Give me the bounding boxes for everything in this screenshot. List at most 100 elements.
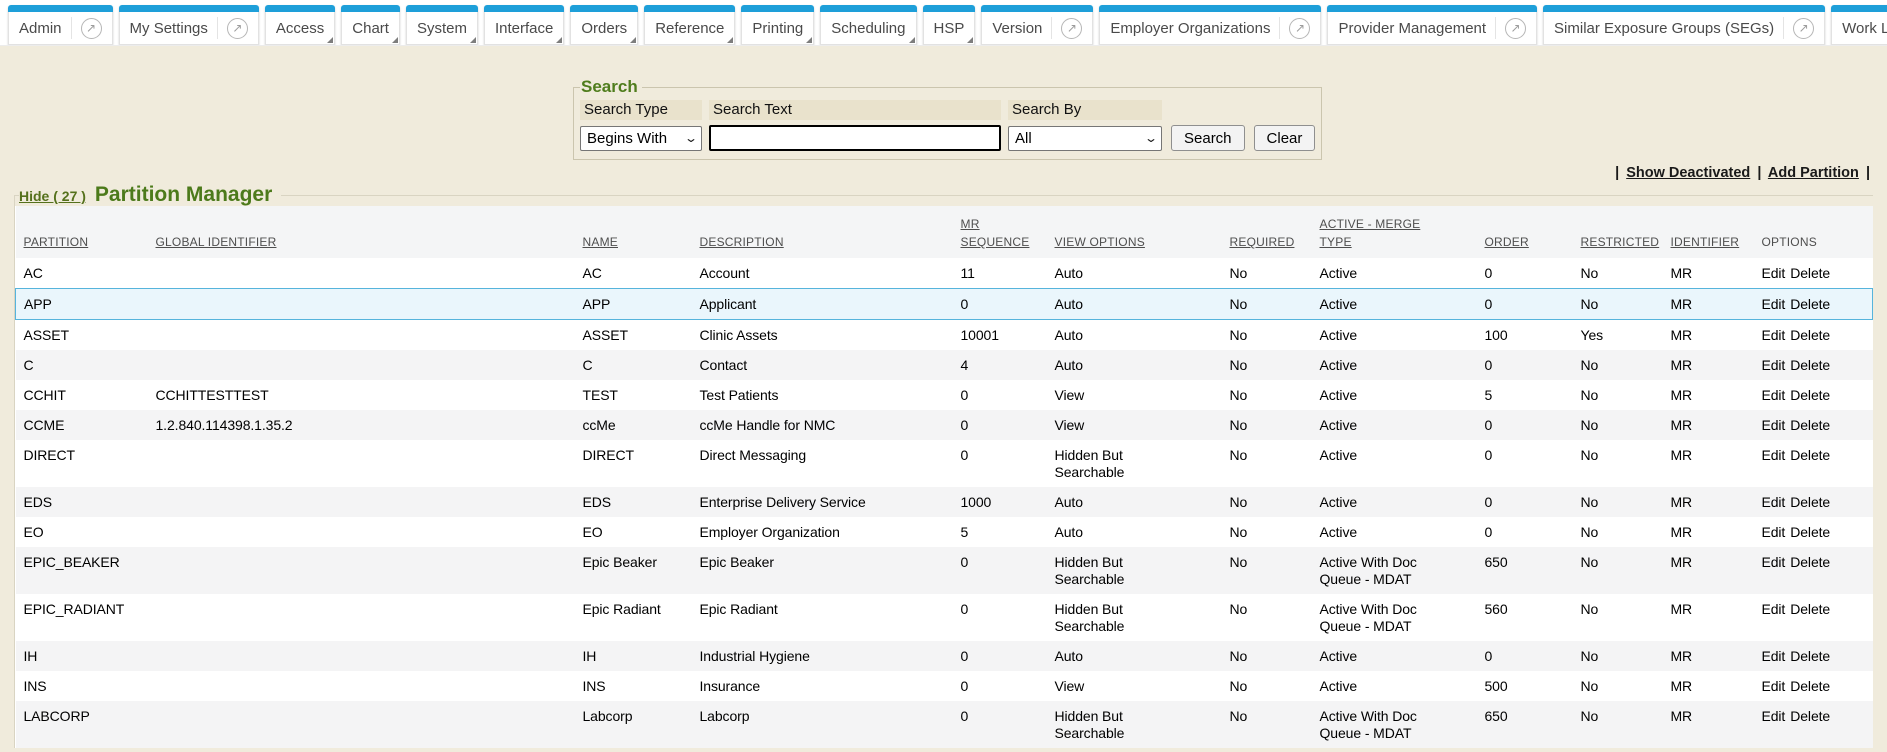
sort-link-order[interactable]: ORDER [1485,235,1529,249]
table-row-asset[interactable]: ASSETASSETClinic Assets10001AutoNoActive… [16,320,1873,351]
cell-order: 100 [1477,320,1573,351]
cell-name: Labcorp [575,701,692,748]
active-merge-type-text: Active [1320,296,1432,313]
delete-link[interactable]: Delete [1790,447,1830,463]
nav-tab-interface[interactable]: Interface [484,5,564,45]
edit-link[interactable]: Edit [1762,494,1786,510]
edit-link[interactable]: Edit [1762,554,1786,570]
table-row-labcorp[interactable]: LABCORPLabcorpLabcorp0Hidden But Searcha… [16,701,1873,748]
nav-tab-scheduling[interactable]: Scheduling [820,5,916,45]
nav-tab-version[interactable]: Version↗ [981,5,1093,45]
table-row-eds[interactable]: EDSEDSEnterprise Delivery Service1000Aut… [16,487,1873,517]
sort-link-restricted[interactable]: RESTRICTED [1581,235,1660,249]
delete-link[interactable]: Delete [1790,357,1830,373]
edit-link[interactable]: Edit [1762,447,1786,463]
edit-link[interactable]: Edit [1762,708,1786,724]
external-link-icon: ↗ [1289,18,1310,39]
search-type-select[interactable]: Begins With ⌄ [580,126,702,151]
table-row-ccme[interactable]: CCME1.2.840.114398.1.35.2ccMeccMe Handle… [16,410,1873,440]
cell-partition: CCHIT [16,380,148,410]
nav-tab-system[interactable]: System [406,5,478,45]
cell-description: Test Patients [692,380,953,410]
show-deactivated-link[interactable]: Show Deactivated [1626,165,1750,181]
table-row-epic-radiant[interactable]: EPIC_RADIANTEpic RadiantEpic Radiant0Hid… [16,594,1873,641]
edit-link[interactable]: Edit [1762,265,1786,281]
clear-button[interactable]: Clear [1254,125,1316,151]
cell-global-identifier [148,258,575,289]
cell-description: Epic Radiant [692,594,953,641]
table-row-direct[interactable]: DIRECTDIRECTDirect Messaging0Hidden But … [16,440,1873,487]
delete-link[interactable]: Delete [1790,494,1830,510]
cell-name: IH [575,641,692,671]
table-row-cchit[interactable]: CCHITCCHITTESTTESTTESTTest Patients0View… [16,380,1873,410]
nav-tab-similar-exposure-groups-segs[interactable]: Similar Exposure Groups (SEGs)↗ [1543,5,1825,45]
delete-link[interactable]: Delete [1790,601,1830,617]
nav-tab-hsp[interactable]: HSP [923,5,976,45]
cell-view-options: Auto [1047,350,1222,380]
table-row-eo[interactable]: EOEOEmployer Organization5AutoNoActive0N… [16,517,1873,547]
nav-tab-chart[interactable]: Chart [341,5,400,45]
delete-link[interactable]: Delete [1790,524,1830,540]
edit-link[interactable]: Edit [1762,296,1786,312]
table-row-ins[interactable]: INSINSInsurance0ViewNoActive500NoMREditD… [16,671,1873,701]
sort-link-name[interactable]: NAME [583,235,618,249]
search-text-input[interactable] [709,125,1001,151]
delete-link[interactable]: Delete [1790,387,1830,403]
nav-tab-provider-management[interactable]: Provider Management↗ [1327,5,1537,45]
sort-link-view-options[interactable]: VIEW OPTIONS [1055,235,1145,249]
delete-link[interactable]: Delete [1790,554,1830,570]
cell-mr-sequence: 0 [953,671,1047,701]
delete-link[interactable]: Delete [1790,327,1830,343]
column-header-active-merge-type: ACTIVE - MERGETYPE [1312,206,1477,258]
search-by-select[interactable]: All ⌄ [1008,126,1162,151]
dropdown-corner-icon [967,37,973,43]
nav-tab-orders[interactable]: Orders [570,5,638,45]
edit-link[interactable]: Edit [1762,387,1786,403]
tab-divider [1279,17,1280,39]
table-row-c[interactable]: CCContact4AutoNoActive0NoMREditDelete [16,350,1873,380]
cell-view-options: Hidden But Searchable [1047,547,1222,594]
hide-count-link[interactable]: Hide ( 27 ) [19,188,86,204]
delete-link[interactable]: Delete [1790,265,1830,281]
delete-link[interactable]: Delete [1790,417,1830,433]
edit-link[interactable]: Edit [1762,678,1786,694]
nav-tab-access[interactable]: Access [265,5,335,45]
table-row-ac[interactable]: ACACAccount11AutoNoActive0NoMREditDelete [16,258,1873,289]
nav-tab-work-locations[interactable]: Work Locations↗ [1831,5,1887,45]
nav-tab-admin[interactable]: Admin↗ [8,5,113,45]
sort-link-mr-sequence[interactable]: MRSEQUENCE [961,217,1030,249]
delete-link[interactable]: Delete [1790,648,1830,664]
cell-active-merge-type: Active [1312,350,1477,380]
sort-link-description[interactable]: DESCRIPTION [700,235,784,249]
nav-tab-printing[interactable]: Printing [741,5,814,45]
edit-link[interactable]: Edit [1762,601,1786,617]
cell-global-identifier [148,517,575,547]
active-merge-type-text: Active [1320,265,1432,282]
sort-link-required[interactable]: REQUIRED [1230,235,1295,249]
edit-link[interactable]: Edit [1762,417,1786,433]
edit-link[interactable]: Edit [1762,357,1786,373]
cell-required: No [1222,350,1312,380]
sort-link-partition[interactable]: PARTITION [24,235,89,249]
add-partition-link[interactable]: Add Partition [1768,165,1859,181]
nav-tab-my-settings[interactable]: My Settings↗ [119,5,259,45]
nav-tab-reference[interactable]: Reference [644,5,735,45]
sort-link-identifier[interactable]: IDENTIFIER [1671,235,1740,249]
table-row-ih[interactable]: IHIHIndustrial Hygiene0AutoNoActive0NoMR… [16,641,1873,671]
search-button[interactable]: Search [1171,125,1245,151]
sort-link-active-merge-type[interactable]: ACTIVE - MERGETYPE [1320,217,1421,249]
delete-link[interactable]: Delete [1790,296,1830,312]
edit-link[interactable]: Edit [1762,648,1786,664]
cell-required: No [1222,440,1312,487]
delete-link[interactable]: Delete [1790,678,1830,694]
delete-link[interactable]: Delete [1790,708,1830,724]
column-header-partition: PARTITION [16,206,148,258]
edit-link[interactable]: Edit [1762,524,1786,540]
nav-tab-employer-organizations[interactable]: Employer Organizations↗ [1099,5,1321,45]
table-row-epic-beaker[interactable]: EPIC_BEAKEREpic BeakerEpic Beaker0Hidden… [16,547,1873,594]
sort-link-global-identifier[interactable]: GLOBAL IDENTIFIER [156,235,277,249]
table-row-app[interactable]: APPAPPApplicant0AutoNoActive0NoMREditDel… [16,289,1873,320]
table-actions-row: | Show Deactivated | Add Partition | [14,165,1873,181]
cell-name: APP [575,289,692,320]
edit-link[interactable]: Edit [1762,327,1786,343]
